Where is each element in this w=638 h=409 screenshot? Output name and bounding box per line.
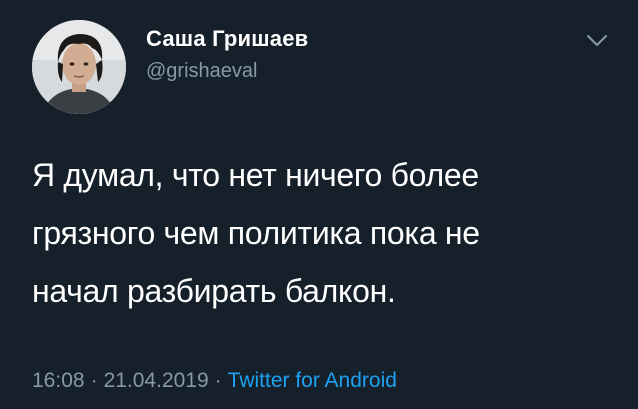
meta-separator: · [90,369,98,392]
tweet-meta: 16:08 · 21.04.2019 · Twitter for Android [32,369,397,393]
tweet-text-line: грязного чем политика пока не [32,215,480,251]
tweet-text-line: Я думал, что нет ничего более [32,157,479,193]
author-name[interactable]: Саша Гришаев [146,26,308,52]
avatar[interactable] [32,20,126,114]
avatar-photo [32,20,126,114]
tweet-text: Я думал, что нет ничего более грязного ч… [32,146,612,320]
author-handle[interactable]: @grishaeval [146,60,257,83]
tweet-source-link[interactable]: Twitter for Android [228,369,397,392]
tweet-date[interactable]: 21.04.2019 [104,369,209,392]
meta-separator: · [214,369,222,392]
tweet-text-line: начал разбирать балкон. [32,273,396,309]
tweet-time[interactable]: 16:08 [32,369,85,392]
tweet-card: Саша Гришаев @grishaeval Я думал, что не… [0,0,638,409]
chevron-down-icon[interactable] [584,30,610,50]
